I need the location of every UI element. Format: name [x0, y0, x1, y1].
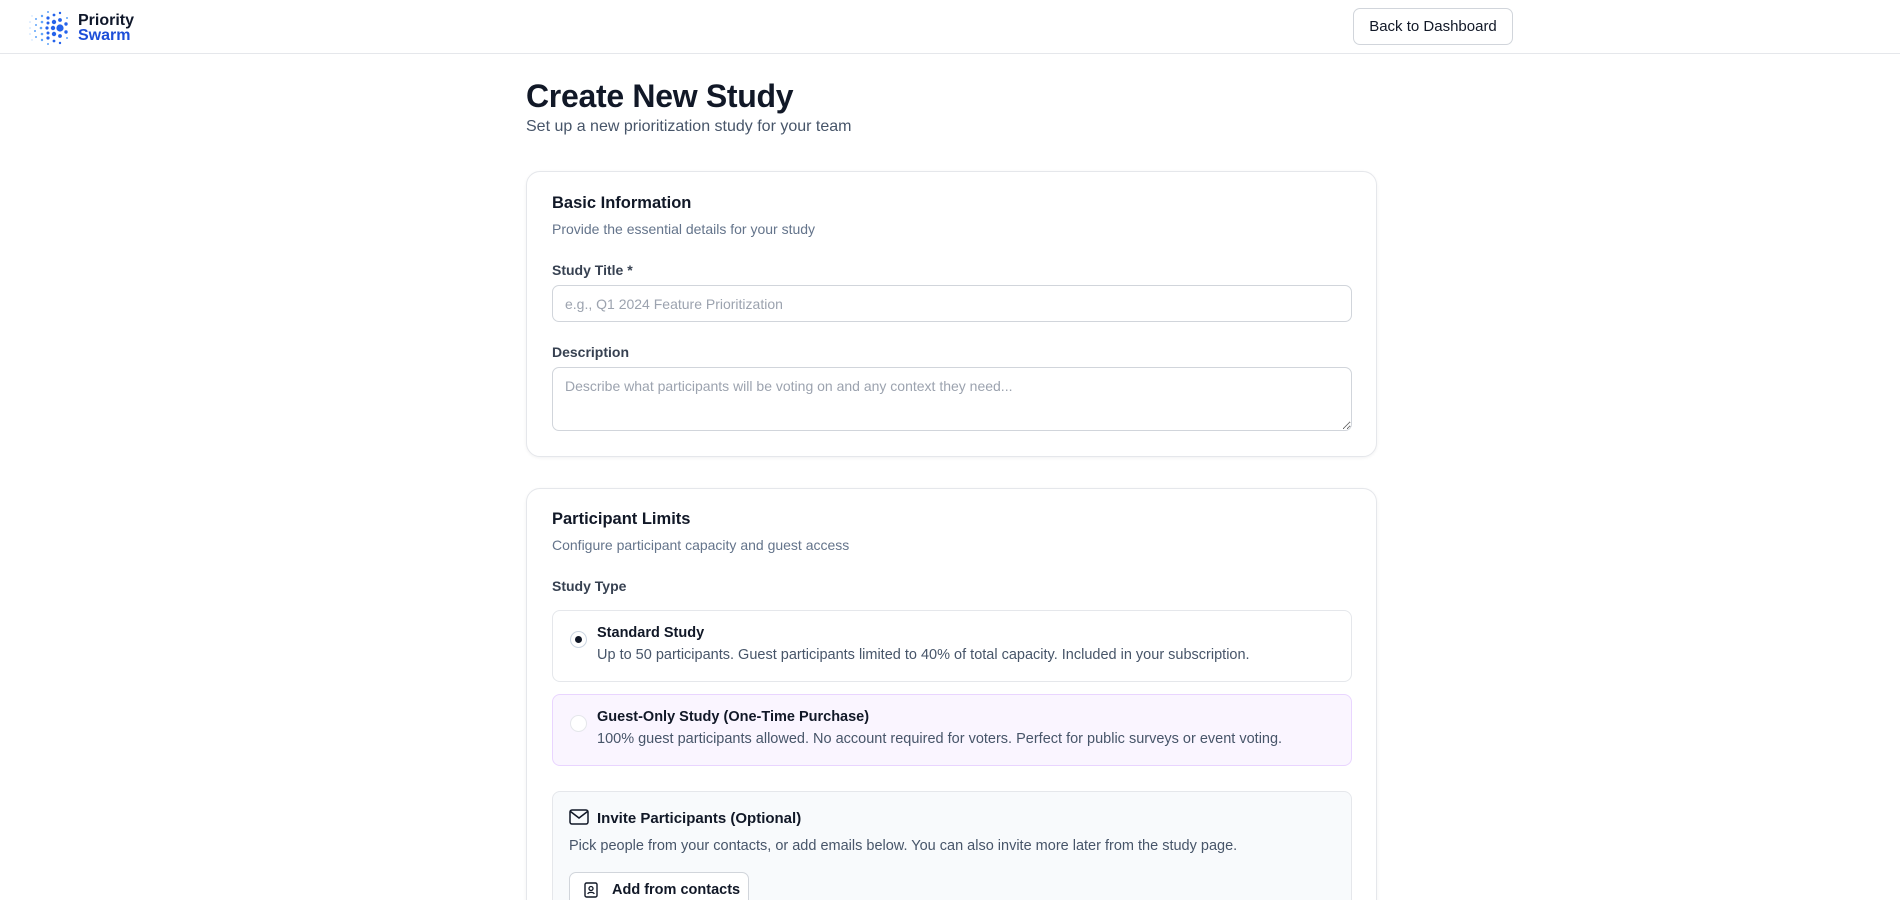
- basic-information-card: Basic Information Provide the essential …: [526, 171, 1377, 457]
- add-from-contacts-label: Add from contacts: [612, 882, 741, 898]
- basic-information-subtitle: Provide the essential details for your s…: [552, 221, 816, 237]
- top-bar: Priority Swarm Back to Dashboard: [0, 0, 1900, 54]
- brand-name: Priority Swarm: [78, 12, 135, 44]
- page-title: Create New Study: [526, 78, 794, 114]
- brand-name-line2: Swarm: [78, 27, 131, 44]
- invite-participants-panel: Invite Participants (Optional) Pick peop…: [552, 791, 1352, 900]
- basic-information-title: Basic Information: [552, 194, 692, 212]
- participant-limits-subtitle: Configure participant capacity and guest…: [552, 537, 850, 553]
- standard-study-radio[interactable]: [570, 631, 587, 648]
- guest-only-study-title: Guest-Only Study (One-Time Purchase): [597, 709, 870, 725]
- swarm-logo-icon: [29, 11, 68, 45]
- invite-participants-title: Invite Participants (Optional): [597, 810, 802, 827]
- guest-only-study-description: 100% guest participants allowed. No acco…: [597, 731, 1283, 747]
- brand-logo[interactable]: Priority Swarm: [24, 8, 134, 48]
- back-to-dashboard-button[interactable]: Back to Dashboard: [1353, 8, 1513, 45]
- study-title-input[interactable]: [552, 285, 1352, 322]
- standard-study-description: Up to 50 participants. Guest participant…: [597, 647, 1250, 663]
- option-standard-study[interactable]: Standard Study Up to 50 participants. Gu…: [552, 610, 1352, 682]
- participant-limits-card: Participant Limits Configure participant…: [526, 488, 1377, 900]
- study-title-label: Study Title *: [552, 262, 633, 278]
- add-from-contacts-button[interactable]: Add from contacts: [569, 872, 749, 900]
- invite-participants-description: Pick people from your contacts, or add e…: [569, 838, 1238, 854]
- page-subtitle: Set up a new prioritization study for yo…: [526, 118, 852, 135]
- mail-icon: [569, 809, 589, 825]
- brand-name-line1: Priority: [78, 12, 135, 29]
- guest-only-study-radio[interactable]: [570, 715, 587, 732]
- description-textarea[interactable]: [552, 367, 1352, 431]
- description-label: Description: [552, 344, 630, 360]
- participant-limits-title: Participant Limits: [552, 510, 691, 528]
- standard-study-title: Standard Study: [597, 625, 705, 641]
- option-guest-only-study[interactable]: Guest-Only Study (One-Time Purchase) 100…: [552, 694, 1352, 766]
- contact-book-icon: [584, 882, 598, 898]
- study-type-label: Study Type: [552, 578, 627, 594]
